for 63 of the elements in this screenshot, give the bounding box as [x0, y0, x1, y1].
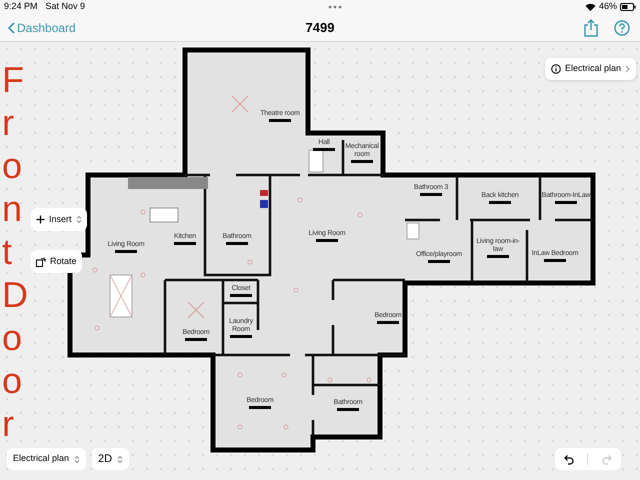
label-bar: [351, 160, 373, 163]
stairs-icon: [406, 222, 420, 240]
label-bar: [230, 335, 252, 338]
view-select[interactable]: 2D: [92, 448, 130, 470]
outlet-icon: [140, 272, 146, 278]
front-door-annotation: Front Door: [2, 58, 29, 445]
label-bar: [337, 408, 359, 411]
status-date: Sat Nov 9: [46, 0, 86, 14]
outlet-icon: [140, 210, 146, 214]
label-bar: [316, 239, 338, 242]
chevron-updown-icon: [76, 215, 82, 224]
label-bar: [174, 242, 196, 245]
chevron-right-icon: [625, 65, 630, 73]
rotate-button[interactable]: Rotate: [31, 250, 82, 273]
label-bar: [555, 201, 577, 204]
undo-icon[interactable]: [562, 452, 574, 466]
info-icon: [551, 64, 561, 74]
outlet-icon: [294, 288, 298, 292]
outlet-icon: [358, 212, 362, 218]
insert-button[interactable]: Insert: [31, 208, 87, 231]
label-bar: [487, 255, 509, 258]
window-title: 7499: [304, 18, 336, 37]
outlet-icon: [94, 326, 100, 330]
more-icon: [328, 5, 342, 9]
outlet-icon: [282, 372, 286, 378]
outlet-icon: [328, 378, 332, 382]
status-time: 9:24 PM: [4, 0, 38, 14]
label-bar: [420, 193, 442, 196]
battery-percent: 46%: [598, 0, 617, 14]
rotate-icon: [36, 256, 46, 266]
outlet-icon: [284, 424, 288, 430]
ceiling-fan-icon: [188, 302, 204, 318]
outlet-icon: [298, 198, 302, 202]
label-bar: [269, 119, 291, 122]
share-icon[interactable]: [584, 18, 598, 36]
label-bar: [377, 321, 399, 324]
outlet-icon: [92, 268, 98, 272]
label-bar: [428, 260, 450, 263]
outlet-icon: [248, 260, 252, 264]
help-icon[interactable]: [614, 20, 630, 36]
plus-icon: [36, 215, 45, 224]
label-bar: [249, 406, 271, 409]
plan-select[interactable]: Electrical plan: [7, 448, 86, 470]
outlet-icon: [238, 424, 242, 430]
chevron-updown-icon: [74, 454, 80, 464]
chevron-left-icon: [8, 22, 15, 34]
outlet-icon: [238, 372, 242, 378]
kitchen-island: [150, 208, 178, 222]
label-bar: [544, 259, 566, 262]
label-bar: [230, 294, 252, 297]
label-bar: [489, 201, 511, 204]
plan-button[interactable]: Electrical plan: [545, 58, 636, 80]
label-bar: [185, 338, 207, 341]
ceiling-fan-icon: [232, 96, 248, 112]
stairs-icon: [308, 150, 324, 172]
chevron-updown-icon: [117, 454, 124, 464]
skylight-icon: [110, 274, 132, 318]
label-bar: [226, 242, 248, 245]
label-bar: [115, 250, 137, 253]
battery-icon: [620, 3, 636, 11]
label-bar: [313, 148, 335, 151]
outlet-icon: [366, 378, 372, 382]
wifi-icon: [584, 3, 596, 11]
